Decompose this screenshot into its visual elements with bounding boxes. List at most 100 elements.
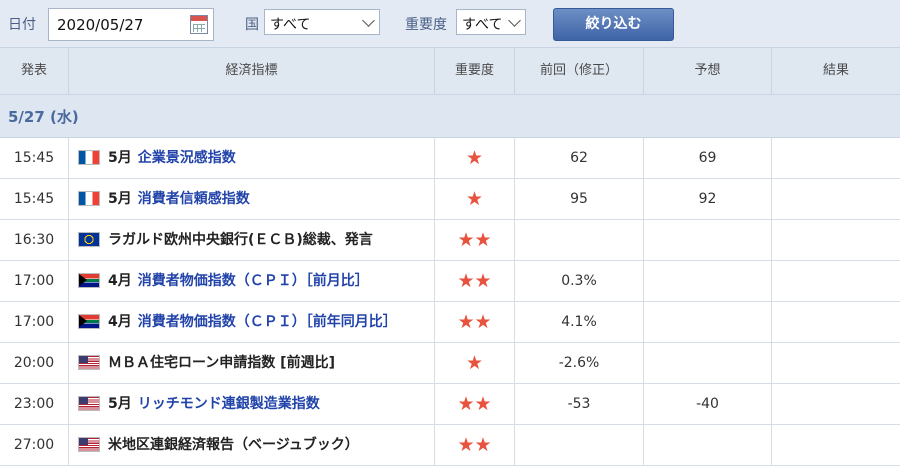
row-forecast: [643, 302, 771, 342]
indicator-link[interactable]: 企業景況感指数: [138, 150, 236, 166]
row-forecast: [643, 261, 771, 301]
date-label: 日付: [8, 17, 36, 33]
row-time: 17:00: [13, 314, 55, 330]
indicator-name: ＭＢＡ住宅ローン申請指数 [前週比]: [108, 355, 335, 371]
row-indicator: 5月 企業景況感指数: [68, 138, 434, 178]
star-icon: ★★: [457, 311, 492, 333]
row-indicator: 5月 リッチモンド連銀製造業指数: [68, 384, 434, 424]
row-result: [771, 179, 900, 219]
row-time: 23:00: [13, 396, 55, 412]
usa-flag-icon: [78, 395, 100, 411]
star-icon: ★: [465, 147, 484, 169]
flag-triangle-shape: [79, 314, 87, 327]
row-importance: ★: [434, 138, 514, 178]
row-indicator: 5月 消費者信頼感指数: [68, 179, 434, 219]
row-forecast: 92: [643, 179, 771, 219]
usa-flag-icon: [78, 436, 100, 452]
table-row: 15:45 5月 企業景況感指数 ★ 62 69: [0, 138, 900, 179]
date-band: 5/27 (水): [0, 95, 900, 138]
row-period: 4月: [108, 314, 132, 330]
row-period: 5月: [108, 150, 132, 166]
row-time: 17:00: [13, 273, 55, 289]
row-forecast: [643, 220, 771, 260]
row-indicator: ラガルド欧州中央銀行(ＥＣＢ)総裁、発言: [68, 220, 434, 260]
date-input[interactable]: 2020/05/27: [48, 8, 214, 41]
table-row: 16:30 ラガルド欧州中央銀行(ＥＣＢ)総裁、発言 ★★: [0, 220, 900, 261]
row-period: 5月: [108, 396, 132, 412]
row-result: [771, 425, 900, 465]
row-result: [771, 261, 900, 301]
star-icon: ★★: [457, 393, 492, 415]
row-result: [771, 302, 900, 342]
date-band-label: 5/27 (水): [8, 108, 79, 126]
row-time: 20:00: [13, 355, 55, 371]
column-header-forecast: 予想: [643, 48, 771, 94]
row-importance: ★: [434, 179, 514, 219]
country-select[interactable]: すべて: [264, 9, 380, 35]
row-previous: 4.1%: [514, 302, 643, 342]
importance-select[interactable]: すべて: [456, 9, 526, 35]
row-forecast: -40: [643, 384, 771, 424]
row-period: 5月: [108, 191, 132, 207]
chevron-down-icon: [362, 14, 375, 27]
star-icon: ★: [465, 188, 484, 210]
france-flag-icon: [78, 149, 100, 165]
indicator-link[interactable]: リッチモンド連銀製造業指数: [138, 396, 320, 412]
table-row: 20:00 ＭＢＡ住宅ローン申請指数 [前週比] ★ -2.6%: [0, 343, 900, 384]
importance-label: 重要度: [405, 17, 447, 33]
filter-bar: 日付 2020/05/27 国 すべて 重要度 すべて 絞り込む: [0, 0, 900, 48]
column-header-time: 発表: [20, 63, 47, 78]
importance-select-value: すべて: [462, 17, 503, 33]
row-indicator: 4月 消費者物価指数（ＣＰＩ）［前年同月比］: [68, 302, 434, 342]
south-africa-flag-icon: [78, 272, 100, 288]
indicator-link[interactable]: 消費者物価指数（ＣＰＩ）［前月比］: [138, 273, 369, 289]
row-period: 4月: [108, 273, 132, 289]
row-forecast: [643, 343, 771, 383]
column-header-indicator: 経済指標: [68, 48, 434, 94]
column-header-importance: 重要度: [434, 48, 514, 94]
row-previous: 62: [514, 138, 643, 178]
chevron-down-icon: [508, 14, 521, 27]
table-row: 17:00 4月 消費者物価指数（ＣＰＩ）［前月比］ ★★ 0.3%: [0, 261, 900, 302]
table-row: 15:45 5月 消費者信頼感指数 ★ 95 92: [0, 179, 900, 220]
row-previous: [514, 425, 643, 465]
row-forecast: 69: [643, 138, 771, 178]
row-previous: 0.3%: [514, 261, 643, 301]
star-icon: ★★: [457, 270, 492, 292]
indicator-link[interactable]: 消費者信頼感指数: [138, 191, 250, 207]
star-icon: ★: [465, 352, 484, 374]
row-time: 16:30: [13, 232, 55, 248]
table-row: 17:00 4月 消費者物価指数（ＣＰＩ）［前年同月比］ ★★ 4.1%: [0, 302, 900, 343]
calendar-icon[interactable]: [190, 15, 208, 34]
row-result: [771, 384, 900, 424]
column-header-result: 結果: [771, 48, 900, 94]
row-importance: ★★: [434, 261, 514, 301]
row-forecast: [643, 425, 771, 465]
row-result: [771, 138, 900, 178]
row-importance: ★★: [434, 384, 514, 424]
row-time: 27:00: [13, 437, 55, 453]
usa-flag-icon: [78, 354, 100, 370]
filter-submit-button[interactable]: 絞り込む: [553, 8, 674, 41]
row-result: [771, 343, 900, 383]
row-previous: -53: [514, 384, 643, 424]
column-header-previous: 前回（修正）: [514, 48, 643, 94]
row-previous: 95: [514, 179, 643, 219]
country-label: 国: [245, 17, 259, 33]
table-header: 発表 経済指標 重要度 前回（修正） 予想 結果: [0, 48, 900, 95]
table-row: 23:00 5月 リッチモンド連銀製造業指数 ★★ -53 -40: [0, 384, 900, 425]
france-flag-icon: [78, 190, 100, 206]
indicator-name: ラガルド欧州中央銀行(ＥＣＢ)総裁、発言: [108, 232, 373, 248]
row-importance: ★: [434, 343, 514, 383]
indicator-name: 米地区連銀経済報告（ベージュブック）: [108, 437, 359, 453]
star-icon: ★★: [457, 434, 492, 456]
row-indicator: ＭＢＡ住宅ローン申請指数 [前週比]: [68, 343, 434, 383]
row-importance: ★★: [434, 302, 514, 342]
row-previous: -2.6%: [514, 343, 643, 383]
row-previous: [514, 220, 643, 260]
row-time: 15:45: [13, 150, 55, 166]
row-importance: ★★: [434, 425, 514, 465]
row-result: [771, 220, 900, 260]
indicator-link[interactable]: 消費者物価指数（ＣＰＩ）［前年同月比］: [138, 314, 397, 330]
eu-flag-icon: [78, 231, 100, 247]
